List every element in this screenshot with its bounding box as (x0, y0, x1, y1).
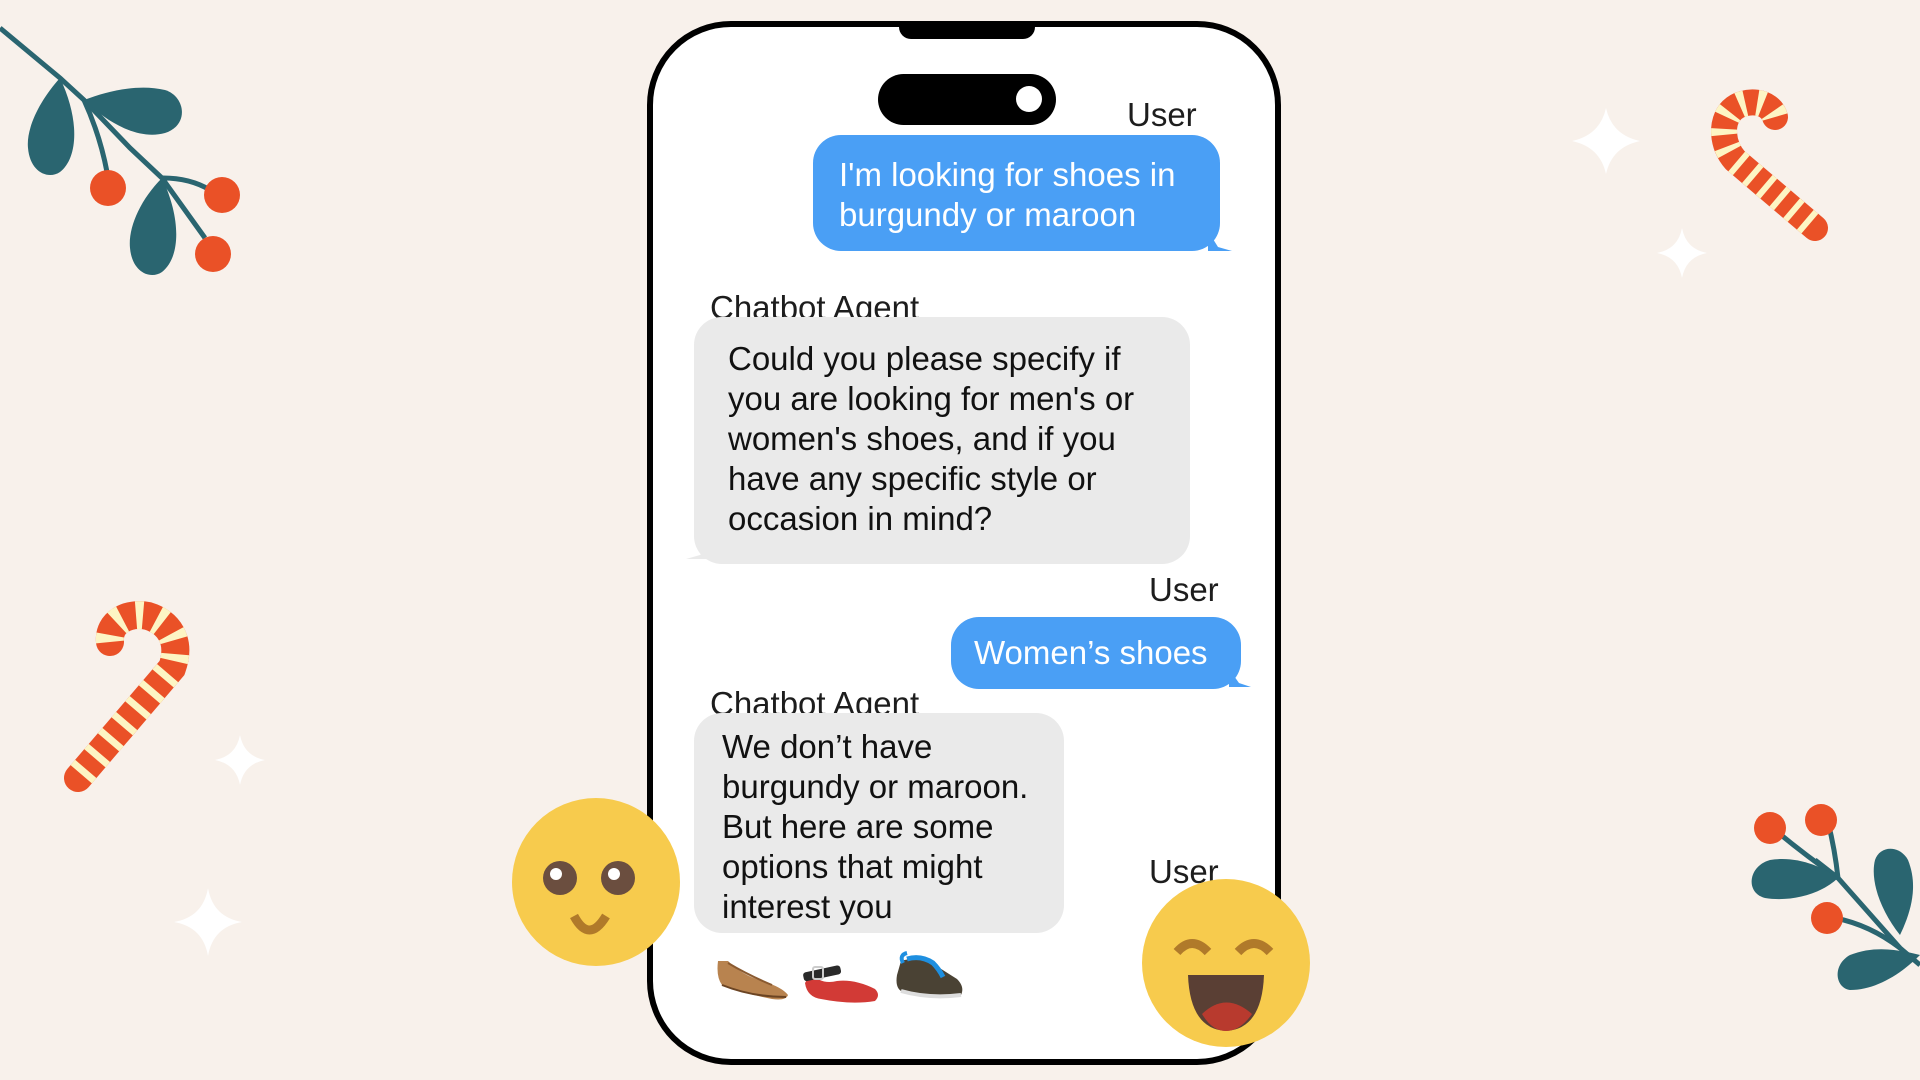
agent-message-bubble: We don’t have burgundy or maroon. But he… (694, 713, 1064, 933)
agent-message-bubble: Could you please specify if you are look… (686, 317, 1190, 564)
message-text: burgundy or maroon. (722, 768, 1029, 805)
tan-ballet-flat-shoe-icon[interactable] (712, 955, 792, 1005)
message-text: options that might (722, 848, 983, 885)
brown-blue-sneaker-shoe-icon[interactable] (893, 951, 967, 1005)
message-text: interest you (722, 888, 893, 925)
message-text: women's shoes, and if you (728, 420, 1116, 457)
message-text: you are looking for men's or (728, 380, 1135, 417)
user-message-bubble: Women’s shoes (951, 617, 1251, 689)
bubble-tail (1229, 669, 1251, 687)
message-text: occasion in mind? (728, 500, 993, 537)
sparkle-icon (174, 888, 242, 956)
candy-cane-top-right-icon (1711, 89, 1828, 241)
message-text: I'm looking for shoes in (839, 156, 1176, 193)
holly-branch-top-left-icon (0, 26, 240, 275)
grinning-face-emoji-icon (1142, 879, 1310, 1047)
message-text: burgundy or maroon (839, 196, 1137, 233)
message-text: But here are some (722, 808, 994, 845)
candy-cane-left-icon (64, 601, 190, 792)
user-message-bubble: I'm looking for shoes in burgundy or mar… (813, 135, 1232, 251)
holly-branch-bottom-right-icon (1751, 804, 1920, 990)
bubble-tail (686, 543, 716, 559)
red-mary-jane-shoe-icon[interactable] (801, 957, 883, 1007)
sparkle-icon (1657, 228, 1707, 278)
phone-notch (899, 21, 1035, 39)
message-text: have any specific style or (728, 460, 1097, 497)
message-text: We don’t have (722, 728, 933, 765)
bubble-tail (1208, 231, 1232, 251)
sparkle-icon (215, 735, 265, 785)
camera-icon (1016, 86, 1042, 112)
message-text: Could you please specify if (728, 340, 1121, 377)
message-text: Women’s shoes (974, 634, 1208, 671)
dynamic-island (878, 74, 1056, 125)
smiling-face-emoji-icon (512, 798, 680, 966)
sparkle-icon (1572, 108, 1640, 174)
sender-label-user: User (1127, 96, 1197, 133)
sender-label-user: User (1149, 571, 1219, 608)
